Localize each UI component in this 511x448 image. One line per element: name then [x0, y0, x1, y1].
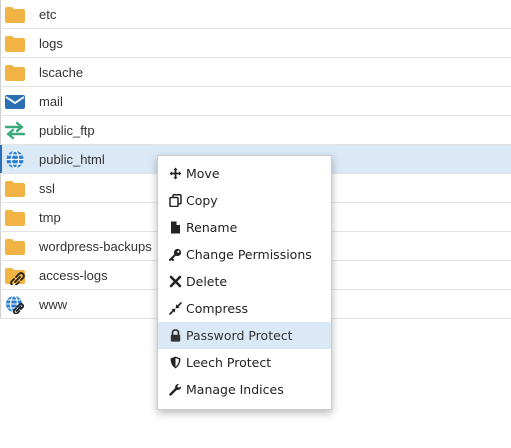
folder-icon [5, 65, 25, 81]
transfer-arrows-icon [4, 121, 26, 140]
file-name: tmp [39, 210, 61, 225]
wrench-icon [169, 384, 182, 396]
file-row-mail[interactable]: mail [0, 87, 511, 116]
copy-icon [169, 194, 182, 207]
menu-item-label: Move [186, 166, 220, 181]
folder-icon [5, 239, 25, 255]
menu-item-label: Rename [186, 220, 238, 235]
globe-icon [6, 150, 24, 169]
key-icon [169, 248, 182, 261]
folder-icon [5, 210, 25, 226]
file-icon [171, 221, 180, 234]
folder-icon [5, 181, 25, 197]
menu-item-label: Password Protect [186, 328, 293, 343]
menu-item-label: Leech Protect [186, 355, 272, 370]
menu-item-copy[interactable]: Copy [158, 187, 331, 214]
file-row-lscache[interactable]: lscache [0, 58, 511, 87]
folder-icon [5, 7, 25, 23]
file-name: ssl [39, 181, 55, 196]
menu-item-change-permissions[interactable]: Change Permissions [158, 241, 331, 268]
lock-icon [170, 329, 181, 342]
file-name: lscache [39, 65, 84, 80]
x-icon [169, 275, 182, 288]
menu-item-label: Manage Indices [186, 382, 284, 397]
menu-item-label: Compress [186, 301, 249, 316]
menu-item-label: Delete [186, 274, 228, 289]
file-name: mail [39, 94, 63, 109]
file-name: logs [39, 36, 63, 51]
file-name: etc [39, 7, 57, 22]
menu-item-compress[interactable]: Compress [158, 295, 331, 322]
file-name: wordpress-backups [39, 239, 152, 254]
menu-item-manage-indices[interactable]: Manage Indices [158, 376, 331, 403]
file-row-logs[interactable]: logs [0, 29, 511, 58]
file-row-etc[interactable]: etc [0, 0, 511, 29]
file-name: access-logs [39, 268, 108, 283]
context-menu: Move Copy Rename Change Permissions Dele… [157, 155, 332, 410]
globe-link-icon [6, 295, 25, 314]
menu-item-label: Copy [186, 193, 218, 208]
folder-link-icon [5, 268, 25, 285]
menu-item-label: Change Permissions [186, 247, 312, 262]
file-name: public_html [39, 152, 105, 167]
menu-item-leech-protect[interactable]: Leech Protect [158, 349, 331, 376]
file-name: www [39, 297, 68, 312]
file-name: public_ftp [39, 123, 95, 138]
move-arrows-icon [169, 167, 182, 180]
menu-item-rename[interactable]: Rename [158, 214, 331, 241]
file-row-public-ftp[interactable]: public_ftp [0, 116, 511, 145]
compress-icon [169, 302, 182, 315]
menu-item-password-protect[interactable]: Password Protect [158, 322, 331, 349]
menu-item-delete[interactable]: Delete [158, 268, 331, 295]
folder-icon [5, 36, 25, 52]
mail-icon [5, 95, 25, 109]
shield-icon [170, 356, 181, 369]
menu-item-move[interactable]: Move [158, 160, 331, 187]
